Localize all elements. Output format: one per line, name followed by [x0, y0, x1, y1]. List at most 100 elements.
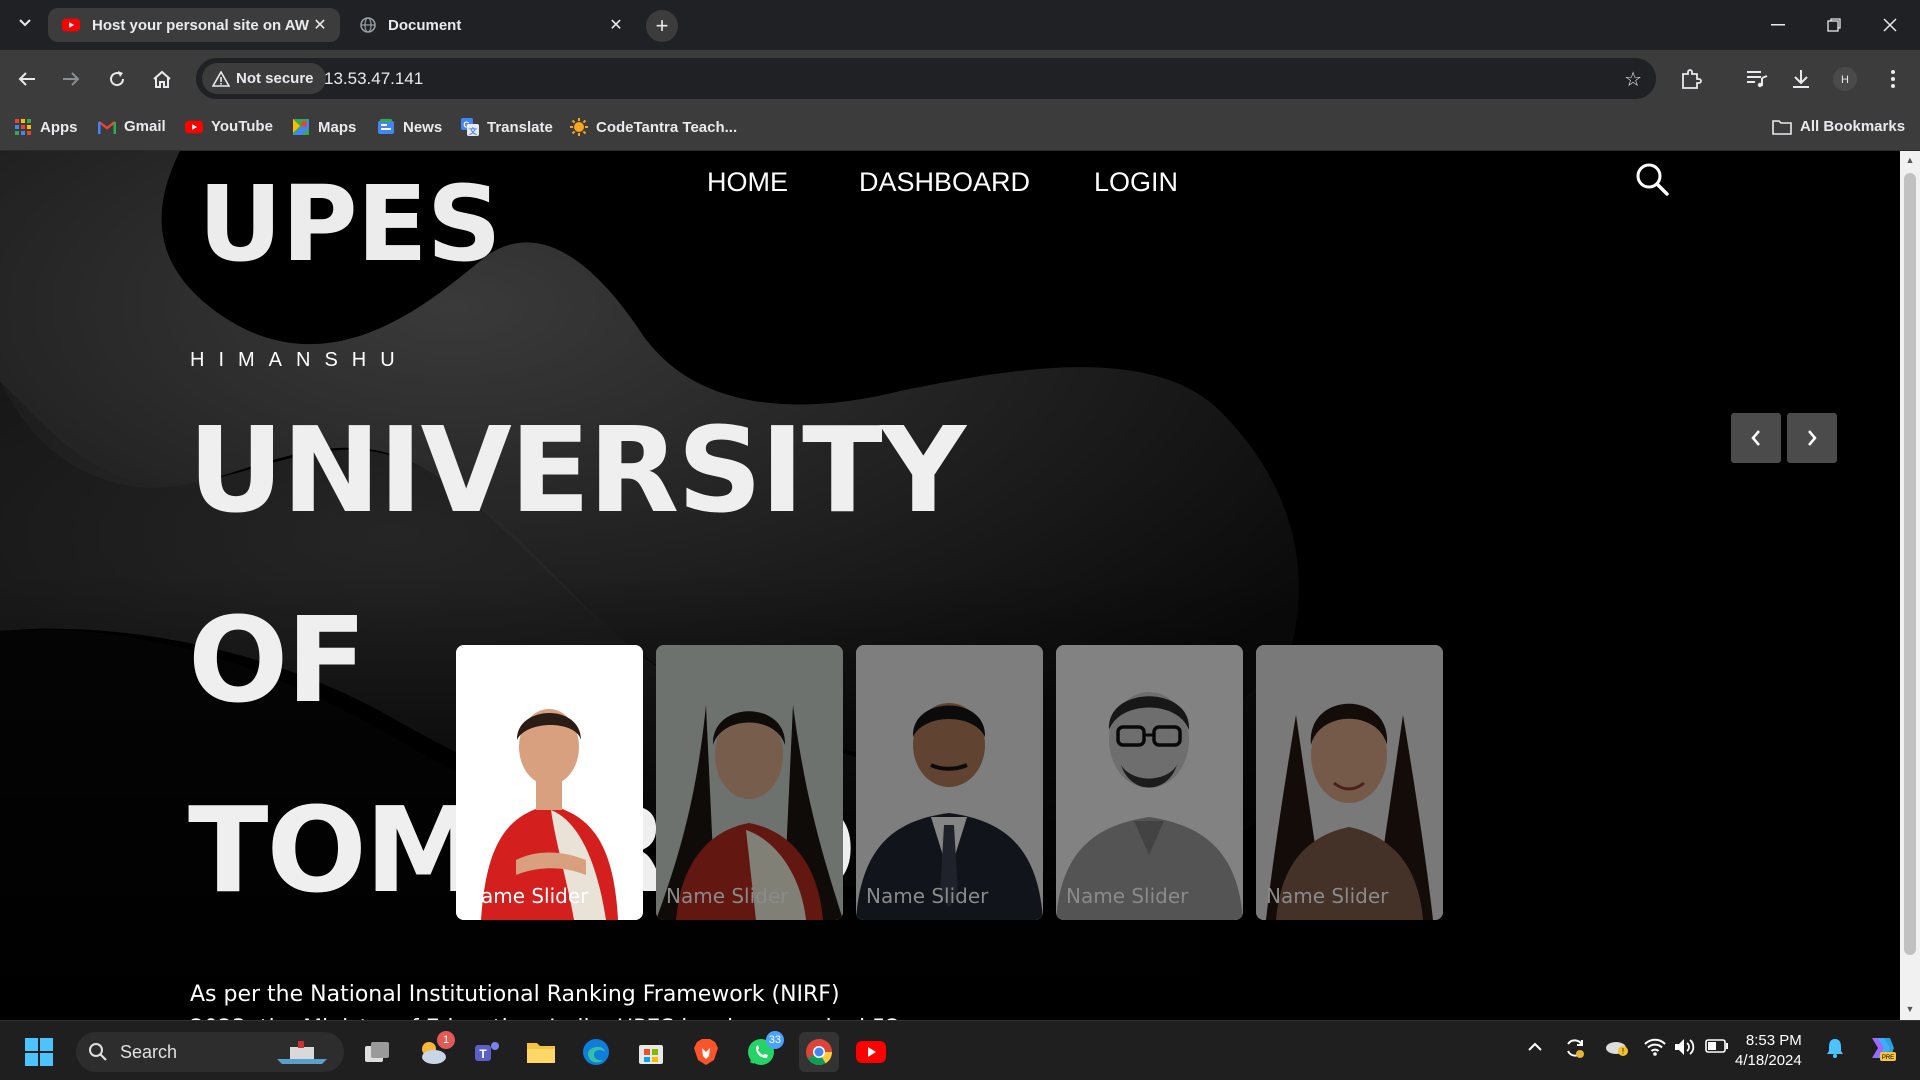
folder-icon — [1772, 119, 1792, 135]
battery-icon[interactable] — [1705, 1039, 1729, 1058]
close-tab-icon[interactable]: ✕ — [606, 15, 626, 35]
nav-dashboard[interactable]: DASHBOARD — [859, 167, 1030, 198]
search-icon[interactable] — [1634, 161, 1670, 197]
tab-search-chevron-icon[interactable] — [14, 12, 36, 34]
chevron-right-icon — [1808, 430, 1817, 446]
slider-card[interactable]: Name Slider — [656, 645, 843, 920]
weather-widget-icon[interactable]: 1 — [415, 1031, 455, 1069]
whatsapp-badge: 33 — [765, 1031, 784, 1049]
bookmark-youtube[interactable]: YouTube — [185, 118, 273, 135]
slider-card[interactable]: Name Slider — [1256, 645, 1443, 920]
media-queue-icon[interactable] — [1743, 66, 1771, 92]
teams-icon[interactable]: T — [470, 1035, 504, 1069]
slider-card[interactable]: Name Slider — [856, 645, 1043, 920]
youtube-app-icon[interactable] — [854, 1035, 888, 1069]
bookmark-label: Translate — [487, 118, 553, 136]
page-scrollbar[interactable]: ▲ ▼ — [1900, 151, 1920, 1020]
slider-prev-button[interactable] — [1731, 413, 1781, 463]
address-bar[interactable]: Not secure 13.53.47.141 ☆ — [196, 58, 1656, 99]
svg-text:H: H — [1841, 74, 1849, 86]
clock-date: 4/18/2024 — [1735, 1052, 1802, 1069]
codetantra-icon — [570, 118, 588, 136]
task-view-icon[interactable] — [360, 1035, 394, 1069]
edge-browser-icon[interactable] — [579, 1035, 613, 1069]
profile-photo — [1056, 645, 1243, 920]
upes-logo[interactable]: UPES — [198, 163, 502, 285]
profile-avatar[interactable]: H — [1831, 66, 1859, 92]
brave-browser-icon[interactable] — [689, 1035, 723, 1069]
hero-subtitle: HIMANSHU — [190, 349, 409, 371]
restore-icon[interactable] — [1819, 10, 1849, 40]
windows-start-icon[interactable] — [22, 1035, 56, 1069]
minimize-icon[interactable] — [1763, 10, 1793, 40]
not-secure-chip[interactable]: Not secure — [202, 63, 326, 94]
bookmark-label: News — [403, 118, 443, 136]
whatsapp-icon[interactable]: 33 — [744, 1031, 784, 1069]
taskbar-search-label: Search — [120, 1041, 178, 1062]
forward-arrow-icon[interactable] — [56, 64, 86, 94]
home-icon[interactable] — [147, 64, 177, 94]
paragraph-line-2: 2023, the Ministry of Education, India, … — [190, 1012, 900, 1020]
slider-card[interactable]: Name Slider — [1056, 645, 1243, 920]
onedrive-warning-icon[interactable]: ! — [1605, 1037, 1629, 1062]
bookmarks-bar: Apps Gmail YouTube Maps News G文 Translat… — [0, 107, 1920, 151]
scroll-up-icon[interactable]: ▲ — [1904, 155, 1916, 167]
reload-icon[interactable] — [102, 64, 132, 94]
bookmark-label: Gmail — [124, 118, 166, 135]
taskbar-clock[interactable]: 8:53 PM 4/18/2024 — [1735, 1031, 1802, 1071]
tab-youtube[interactable]: Host your personal site on AW ✕ — [48, 8, 340, 42]
copilot-icon[interactable]: PRE — [1866, 1034, 1896, 1067]
bookmark-apps[interactable]: Apps — [14, 118, 78, 136]
security-label: Not secure — [236, 70, 314, 87]
taskbar-search-box[interactable]: Search — [76, 1032, 344, 1072]
volume-icon[interactable] — [1674, 1038, 1696, 1061]
bookmark-star-icon[interactable]: ☆ — [1624, 67, 1642, 92]
card-name: Name Slider — [666, 884, 789, 908]
download-icon[interactable] — [1787, 66, 1815, 92]
warning-icon — [212, 70, 230, 87]
all-bookmarks[interactable]: All Bookmarks — [1772, 118, 1905, 135]
close-window-icon[interactable] — [1875, 10, 1905, 40]
weather-badge: 1 — [437, 1031, 455, 1049]
card-name: Name Slider — [1266, 884, 1389, 908]
clock-time: 8:53 PM — [1745, 1032, 1802, 1049]
notification-bell-icon[interactable] — [1826, 1038, 1844, 1063]
browser-toolbar: Not secure 13.53.47.141 ☆ H — [0, 50, 1920, 107]
tab-title: Host your personal site on AW — [92, 16, 309, 34]
paragraph-line-1: As per the National Institutional Rankin… — [190, 982, 840, 1007]
close-tab-icon[interactable]: ✕ — [310, 15, 330, 35]
chrome-icon[interactable] — [799, 1032, 839, 1072]
svg-text:!: ! — [1622, 1047, 1624, 1056]
bookmark-codetantra[interactable]: CodeTantra Teach... — [570, 118, 737, 136]
file-explorer-icon[interactable] — [524, 1035, 558, 1069]
back-arrow-icon[interactable] — [12, 64, 42, 94]
url-text[interactable]: 13.53.47.141 — [324, 69, 423, 89]
card-name: Name Slider — [1066, 884, 1189, 908]
bookmark-translate[interactable]: G文 Translate — [461, 118, 553, 136]
hero-headline-line-1: UNIVERSITY — [188, 401, 966, 539]
page-viewport: UPES HOME DASHBOARD LOGIN HIMANSHU UNIVE… — [0, 151, 1900, 1020]
show-hidden-icons-chevron-icon[interactable] — [1527, 1039, 1543, 1057]
kebab-menu-icon[interactable] — [1879, 66, 1907, 92]
slider-next-button[interactable] — [1787, 413, 1837, 463]
bookmark-news[interactable]: News — [377, 118, 442, 136]
globe-icon — [360, 17, 376, 33]
bookmark-gmail[interactable]: Gmail — [98, 118, 166, 135]
scroll-down-icon[interactable]: ▼ — [1904, 1004, 1916, 1016]
windows-taskbar: Search 1 T 33 ! 8:53 PM 4/18/2024 PRE — [0, 1020, 1920, 1080]
tab-document[interactable]: Document ✕ — [346, 7, 636, 43]
apps-grid-icon — [15, 119, 31, 135]
wifi-icon[interactable] — [1644, 1038, 1666, 1061]
nav-home[interactable]: HOME — [707, 167, 788, 198]
bookmark-maps[interactable]: Maps — [292, 118, 356, 136]
sync-icon[interactable] — [1564, 1037, 1586, 1064]
profile-photo — [1256, 645, 1443, 920]
bookmark-label: Maps — [318, 118, 357, 136]
extensions-puzzle-icon[interactable] — [1677, 66, 1705, 92]
new-tab-button[interactable]: + — [646, 10, 678, 42]
slider-card[interactable]: Name Slider — [456, 645, 643, 920]
profile-photo — [656, 645, 843, 920]
scroll-thumb[interactable] — [1904, 173, 1916, 955]
microsoft-store-icon[interactable] — [634, 1035, 668, 1069]
nav-login[interactable]: LOGIN — [1094, 167, 1178, 198]
